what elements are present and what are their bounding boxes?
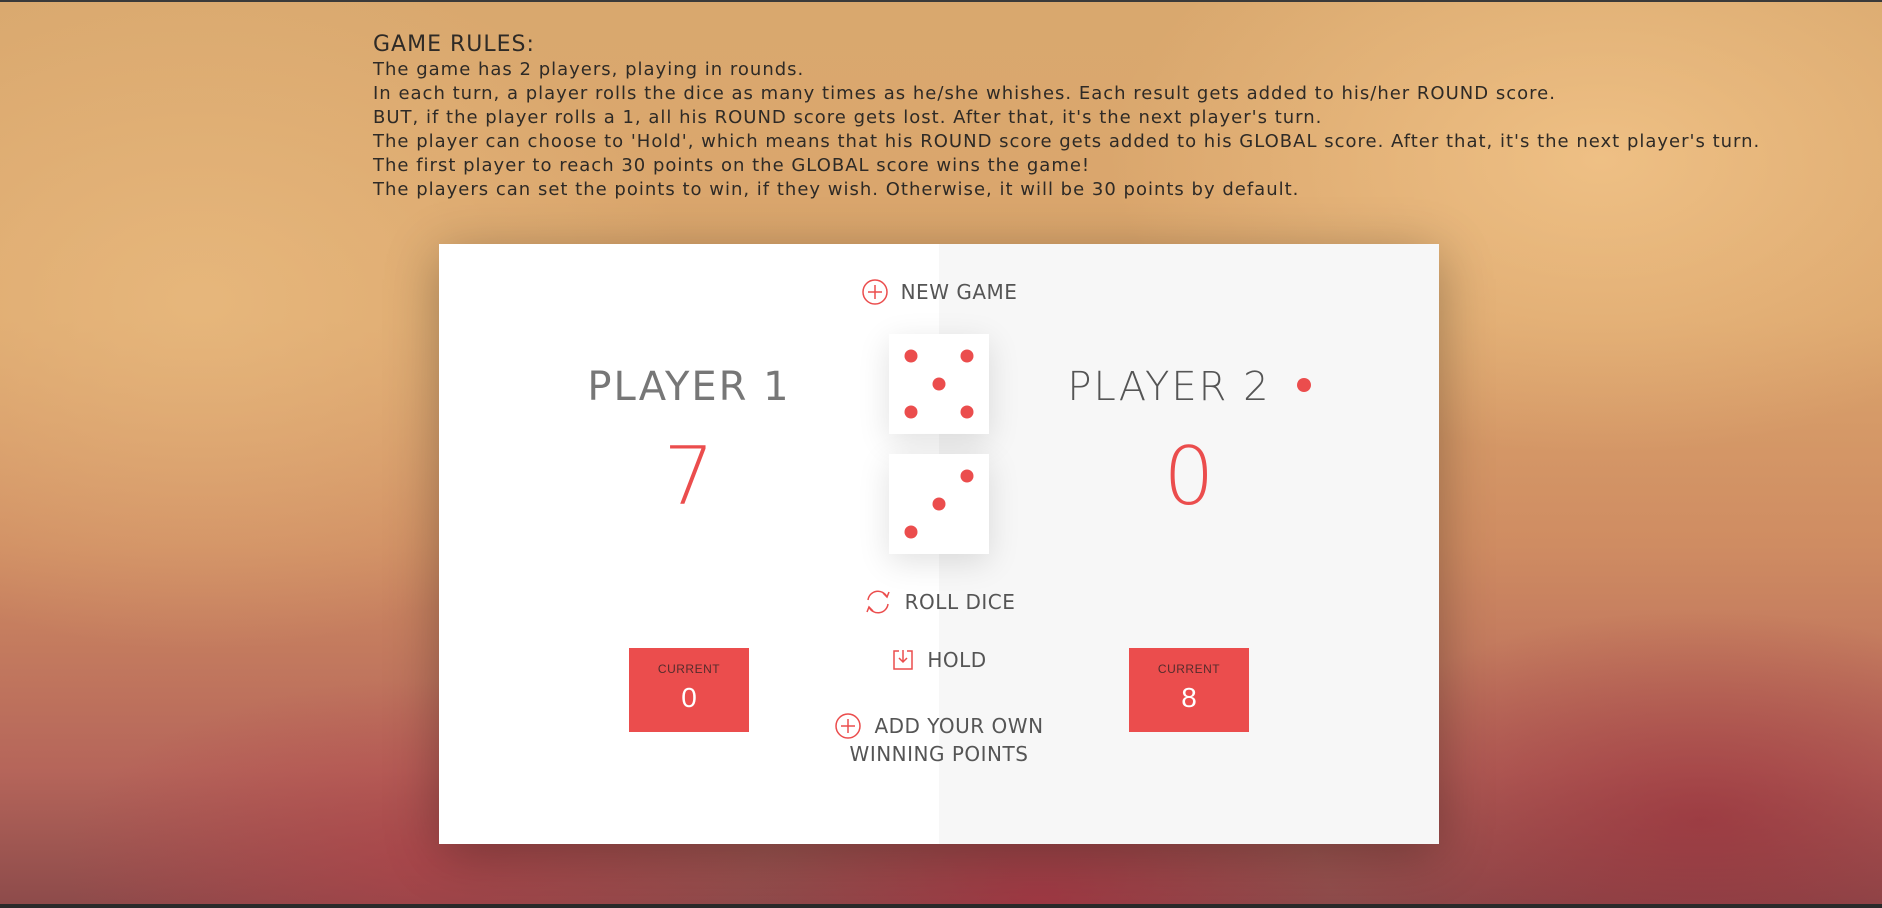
download-icon xyxy=(891,648,915,672)
roll-dice-button[interactable]: ROLL DICE xyxy=(819,586,1059,618)
dice-pip xyxy=(960,469,974,483)
add-winning-points-button[interactable]: ADD YOUR OWN WINNING POINTS xyxy=(789,710,1089,770)
roll-dice-label: ROLL DICE xyxy=(904,590,1016,614)
player-2-score: 0 xyxy=(1163,430,1215,523)
window-bottom-border xyxy=(0,904,1882,908)
plus-circle-icon xyxy=(834,712,862,740)
player-2-name-label: PLAYER 2 xyxy=(1067,364,1271,410)
player-2-current-score: 8 xyxy=(1181,682,1197,713)
dice-pip xyxy=(904,525,918,539)
game-rules: GAME RULES: The game has 2 players, play… xyxy=(373,32,1813,202)
active-player-dot-icon xyxy=(1296,378,1311,392)
player-1-score: 7 xyxy=(663,430,715,523)
rules-line: The first player to reach 30 points on t… xyxy=(373,155,1091,176)
dice-pip xyxy=(904,405,918,419)
dice-pip xyxy=(904,349,918,363)
current-label: CURRENT xyxy=(657,662,721,676)
player-2-name: PLAYER 2 xyxy=(939,364,1439,410)
add-winning-points-label-2: WINNING POINTS xyxy=(849,742,1029,766)
dice-pip xyxy=(932,377,946,391)
player-1-name-label: PLAYER 1 xyxy=(587,364,791,410)
add-winning-points-row: ADD YOUR OWN xyxy=(834,712,1043,740)
plus-circle-icon xyxy=(861,278,889,306)
new-game-button[interactable]: NEW GAME xyxy=(839,276,1039,308)
new-game-label: NEW GAME xyxy=(900,280,1018,304)
hold-button[interactable]: HOLD xyxy=(839,644,1039,676)
player-1-current-score: 0 xyxy=(681,682,697,713)
window-top-border xyxy=(0,0,1882,2)
add-winning-points-label-1: ADD YOUR OWN xyxy=(874,714,1044,738)
current-label: CURRENT xyxy=(1157,662,1221,676)
game-panel: PLAYER 1 PLAYER 2 7 0 CURRENT 0 CURRENT … xyxy=(439,244,1439,844)
dice-2 xyxy=(889,454,989,554)
rules-line: In each turn, a player rolls the dice as… xyxy=(373,83,1556,104)
player-1-name: PLAYER 1 xyxy=(439,364,939,410)
rules-line: BUT, if the player rolls a 1, all his RO… xyxy=(373,107,1323,128)
dice-pip xyxy=(960,349,974,363)
dice-pip xyxy=(932,497,946,511)
player-2-current-box: CURRENT 8 xyxy=(1129,648,1249,732)
dice-pip xyxy=(960,405,974,419)
dice-1 xyxy=(889,334,989,434)
rules-line: The players can set the points to win, i… xyxy=(373,179,1300,200)
hold-label: HOLD xyxy=(927,648,987,672)
rules-line: The player can choose to 'Hold', which m… xyxy=(373,131,1761,152)
player-1-current-box: CURRENT 0 xyxy=(629,648,749,732)
rules-line: The game has 2 players, playing in round… xyxy=(373,59,805,80)
rules-title: GAME RULES: xyxy=(373,32,535,57)
refresh-icon xyxy=(863,587,893,617)
